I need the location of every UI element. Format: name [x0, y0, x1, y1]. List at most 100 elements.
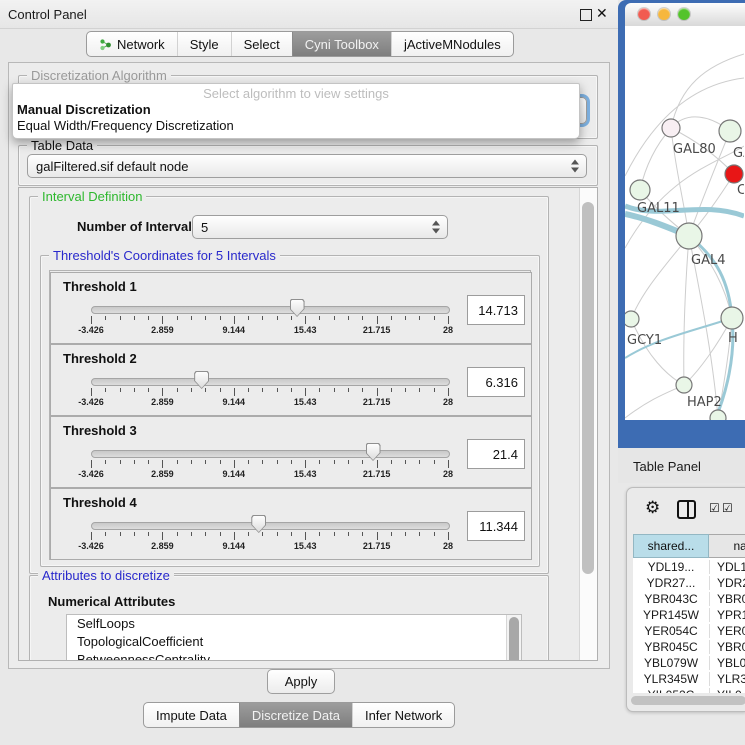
- table-horizontal-scrollbar[interactable]: [631, 696, 745, 705]
- slider-tick: [377, 388, 378, 396]
- tab-impute-data[interactable]: Impute Data: [144, 703, 239, 727]
- checkbox-icon[interactable]: ☑: [709, 501, 720, 515]
- slider-tick: [419, 460, 420, 464]
- table-row[interactable]: YLR345WYLR3: [633, 672, 745, 688]
- network-node[interactable]: [710, 410, 726, 420]
- table-row[interactable]: YBL079WYBL0: [633, 656, 745, 672]
- network-edge-highlighted[interactable]: [689, 236, 732, 318]
- table-data-combobox[interactable]: galFiltered.sif default node: [27, 154, 587, 178]
- network-node[interactable]: [725, 165, 743, 183]
- node-label-h: H: [728, 331, 738, 346]
- table-row[interactable]: YIL052CYIL0: [633, 688, 745, 693]
- slider-tick: [105, 388, 106, 392]
- network-edge[interactable]: [689, 236, 732, 318]
- slider-tick: [334, 532, 335, 536]
- split-view-icon[interactable]: [677, 500, 696, 519]
- slider-tick: [348, 388, 349, 392]
- gear-icon[interactable]: ⚙: [645, 498, 660, 518]
- close-icon[interactable]: ✕: [596, 5, 608, 22]
- slider-tick: [434, 316, 435, 320]
- threshold-value-field[interactable]: 6.316: [467, 367, 525, 397]
- slider-knob[interactable]: [251, 515, 266, 533]
- slider-tick: [334, 316, 335, 320]
- slider-tick: [377, 460, 378, 468]
- threshold-value-field[interactable]: 11.344: [467, 511, 525, 541]
- slider-tick: [262, 532, 263, 536]
- slider-track[interactable]: [91, 306, 450, 314]
- table-row[interactable]: YPR145WYPR1: [633, 608, 745, 624]
- control-panel-title: Control Panel: [8, 7, 87, 22]
- table-row[interactable]: YBR043CYBR0: [633, 592, 745, 608]
- slider-tick: [91, 388, 92, 396]
- tab-style[interactable]: Style: [177, 32, 231, 56]
- attribute-item-topologicalcoefficient[interactable]: TopologicalCoefficient: [67, 633, 521, 651]
- slider-tick: [291, 460, 292, 464]
- attribute-item-betweennesscentrality[interactable]: BetweennessCentrality: [67, 651, 521, 661]
- node-attribute-table[interactable]: shared... name YDL19...YDL1YDR27...YDR2Y…: [633, 534, 745, 693]
- slider-tick: [234, 316, 235, 324]
- tab-select[interactable]: Select: [231, 32, 292, 56]
- attribute-item-selfloops[interactable]: SelfLoops: [67, 615, 521, 633]
- tab-discretize-data[interactable]: Discretize Data: [239, 703, 352, 727]
- tab-jactivemnodules[interactable]: jActiveMNodules: [391, 32, 513, 56]
- network-node[interactable]: [630, 180, 650, 200]
- slider-tick-label: 2.859: [151, 541, 174, 551]
- tab-infer-network[interactable]: Infer Network: [352, 703, 454, 727]
- close-traffic-icon[interactable]: [638, 8, 650, 20]
- slider-tick: [148, 460, 149, 464]
- column-header-shared-name[interactable]: shared...: [633, 534, 709, 558]
- network-edge[interactable]: [631, 319, 684, 385]
- threshold-panel-3: Threshold 3-3.4262.8599.14415.4321.71528…: [50, 416, 532, 488]
- checkbox-icon[interactable]: ☑: [722, 501, 733, 515]
- slider-track[interactable]: [91, 378, 450, 386]
- threshold-value-field[interactable]: 14.713: [467, 295, 525, 325]
- dropdown-item-manual-discretization[interactable]: Manual Discretization: [17, 102, 575, 117]
- slider-tick: [162, 316, 163, 324]
- attributes-scrollbar[interactable]: [506, 615, 521, 661]
- slider-tick: [305, 388, 306, 396]
- network-node[interactable]: [676, 377, 692, 393]
- table-row[interactable]: YBR045CYBR0: [633, 640, 745, 656]
- slider-track[interactable]: [91, 522, 450, 530]
- table-row[interactable]: YDR27...YDR2: [633, 576, 745, 592]
- cyni-bottom-tabbar: Impute DataDiscretize DataInfer Network: [143, 702, 455, 728]
- table-row[interactable]: YER054CYER0: [633, 624, 745, 640]
- table-panel-title: Table Panel: [633, 459, 701, 474]
- threshold-value-field[interactable]: 21.4: [467, 439, 525, 469]
- slider-track[interactable]: [91, 450, 450, 458]
- minimize-traffic-icon[interactable]: [658, 8, 670, 20]
- float-window-icon[interactable]: [580, 9, 592, 21]
- network-node[interactable]: [676, 223, 702, 249]
- network-canvas[interactable]: GAL80GACGAL11GAL4GCY1HHAP2: [625, 26, 745, 420]
- table-row[interactable]: YDL19...YDL1: [633, 560, 745, 576]
- numerical-attributes-list[interactable]: SelfLoopsTopologicalCoefficientBetweenne…: [66, 614, 522, 661]
- tab-cyni-toolbox[interactable]: Cyni Toolbox: [292, 32, 391, 56]
- zoom-traffic-icon[interactable]: [678, 8, 690, 20]
- network-edge[interactable]: [684, 236, 689, 385]
- network-edge[interactable]: [625, 385, 684, 418]
- slider-knob[interactable]: [366, 443, 381, 461]
- slider-knob[interactable]: [290, 299, 305, 317]
- cell-shared-name: YIL052C: [633, 688, 709, 693]
- cell-name: YPR1: [709, 608, 745, 622]
- number-of-intervals-combobox[interactable]: 5: [192, 215, 448, 239]
- network-window-titlebar[interactable]: [625, 3, 745, 27]
- column-header-name[interactable]: name: [709, 534, 745, 558]
- network-node[interactable]: [662, 119, 680, 137]
- network-node[interactable]: [625, 311, 639, 327]
- slider-tick: [248, 460, 249, 464]
- algorithm-dropdown-popup: Select algorithm to view settings Manual…: [12, 83, 580, 139]
- settings-vertical-scrollbar[interactable]: [579, 188, 597, 660]
- network-edge[interactable]: [631, 236, 689, 319]
- attributes-group: Attributes to discretize Numerical Attri…: [29, 575, 549, 661]
- slider-knob[interactable]: [194, 371, 209, 389]
- network-node[interactable]: [721, 307, 743, 329]
- tab-network[interactable]: Network: [87, 32, 177, 56]
- cell-name: YDL1: [709, 560, 745, 574]
- slider-tick: [291, 388, 292, 392]
- apply-button[interactable]: Apply: [267, 669, 335, 694]
- dropdown-item-equal-width-frequency-discretization[interactable]: Equal Width/Frequency Discretization: [17, 118, 575, 133]
- network-edge[interactable]: [671, 54, 744, 128]
- network-node[interactable]: [719, 120, 741, 142]
- slider-tick: [134, 316, 135, 320]
